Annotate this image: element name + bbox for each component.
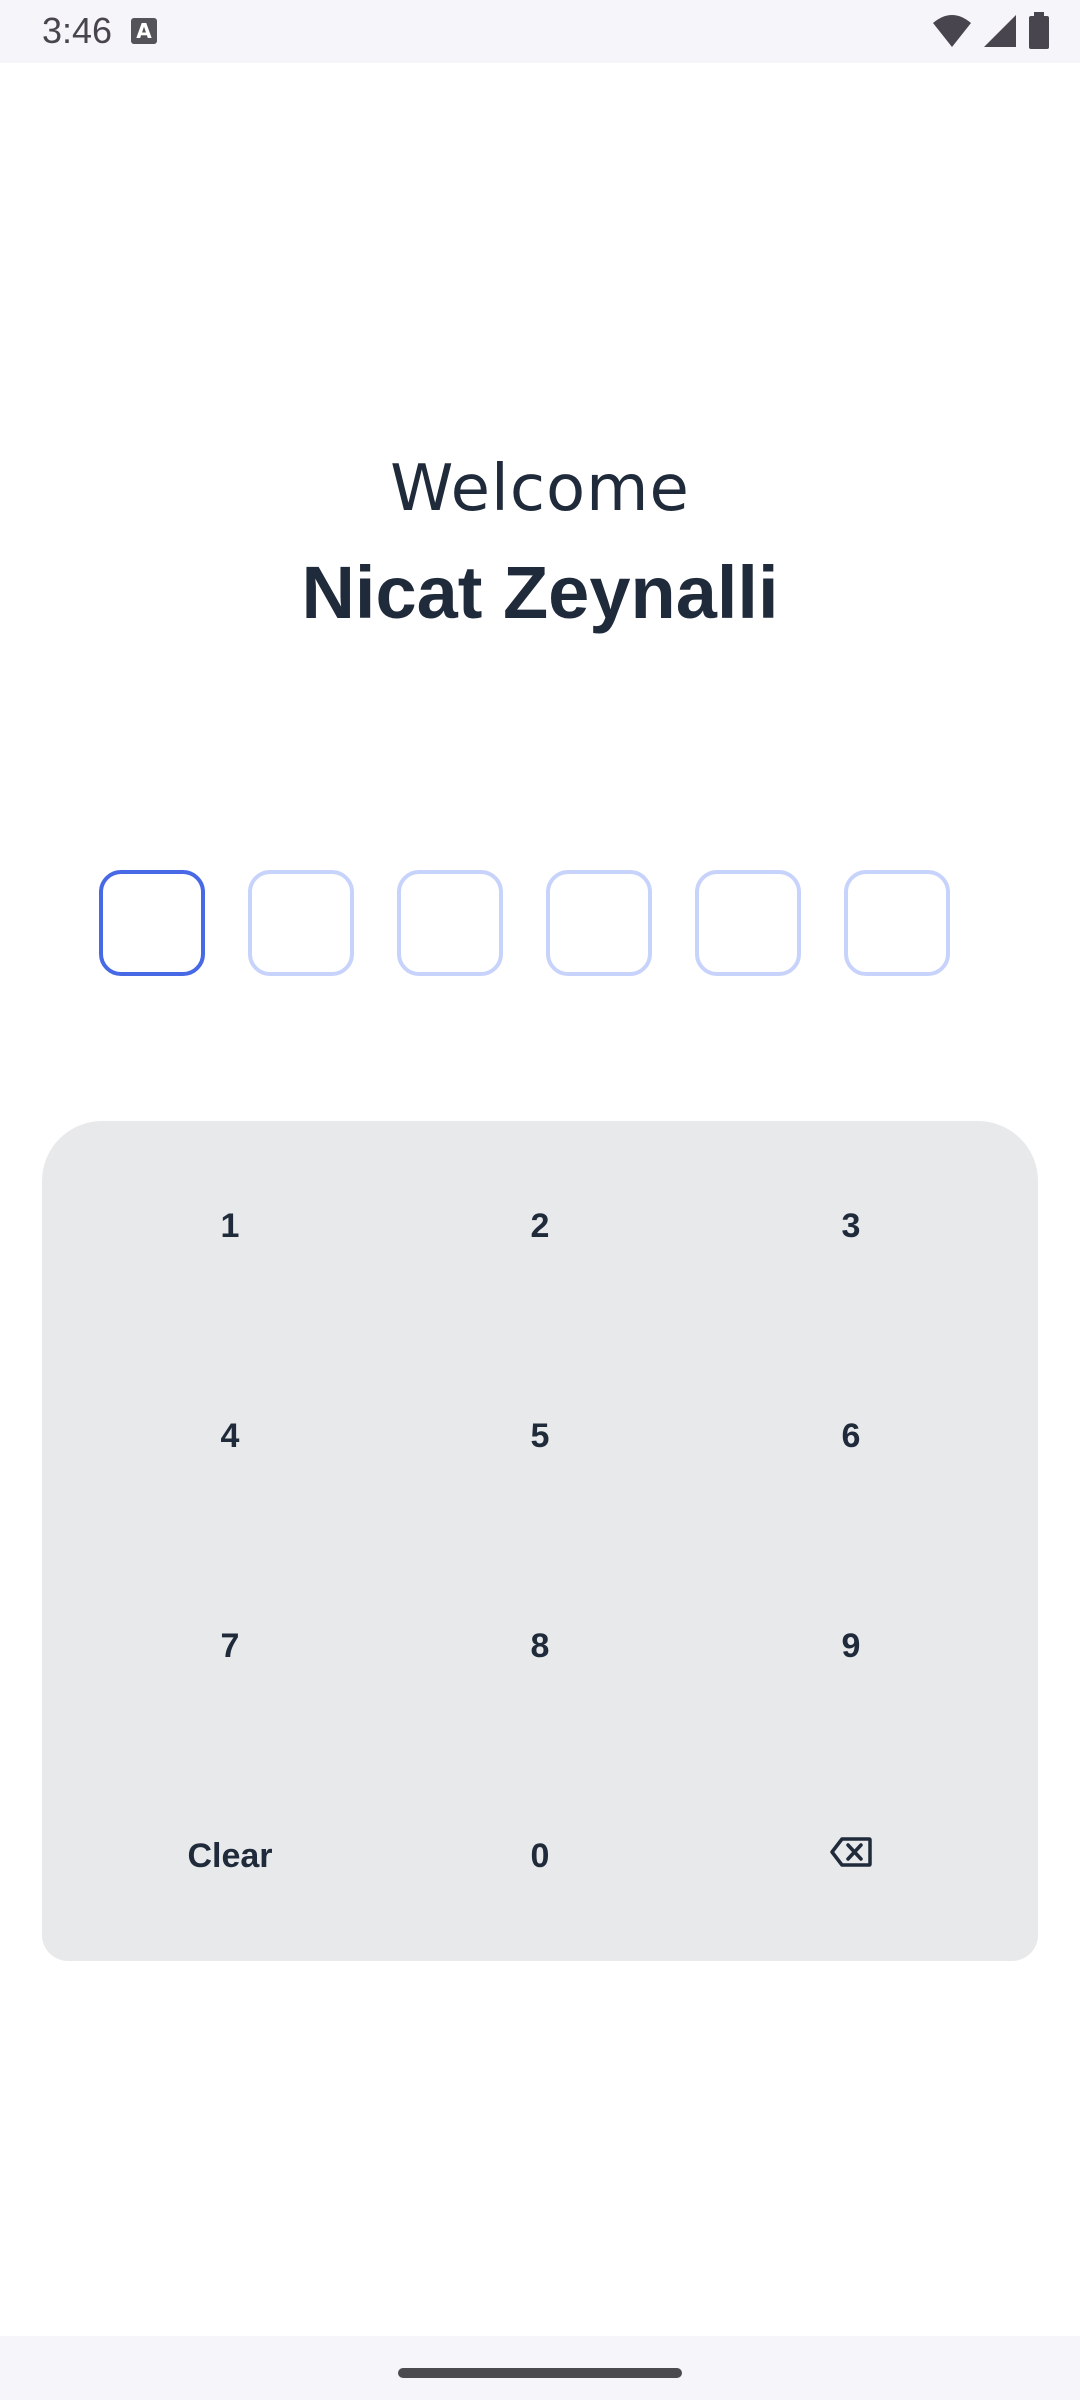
battery-icon	[1028, 12, 1050, 55]
key-0[interactable]: 0	[430, 1786, 650, 1926]
key-6[interactable]: 6	[741, 1366, 961, 1506]
key-4[interactable]: 4	[120, 1366, 340, 1506]
key-5[interactable]: 5	[430, 1366, 650, 1506]
pin-digit-box[interactable]	[397, 870, 503, 976]
navigation-bar	[0, 2336, 1080, 2400]
welcome-text: Welcome	[390, 452, 690, 526]
pin-digit-box[interactable]	[248, 870, 354, 976]
status-bar: 3:46 A	[0, 0, 1080, 63]
backspace-icon	[830, 1836, 872, 1876]
numeric-keypad: 1 2 3 4 5 6 7 8 9 Clear 0	[42, 1121, 1038, 1961]
status-icons	[932, 12, 1050, 55]
user-name: Nicat Zeynalli	[301, 551, 779, 634]
key-3[interactable]: 3	[741, 1156, 961, 1296]
pin-digit-box[interactable]	[695, 870, 801, 976]
pin-input-row	[99, 870, 950, 976]
backspace-button[interactable]	[741, 1786, 961, 1926]
key-8[interactable]: 8	[430, 1576, 650, 1716]
signal-icon	[982, 13, 1018, 54]
wifi-icon	[932, 13, 972, 54]
pin-digit-box[interactable]	[99, 870, 205, 976]
pin-digit-box[interactable]	[546, 870, 652, 976]
pin-login-screen: 3:46 A Welcome Nicat Zeynalli 1 2 3 4 5 …	[0, 0, 1080, 2400]
home-gesture-handle[interactable]	[398, 2368, 682, 2378]
status-time: 3:46	[42, 10, 113, 51]
key-1[interactable]: 1	[120, 1156, 340, 1296]
key-9[interactable]: 9	[741, 1576, 961, 1716]
key-2[interactable]: 2	[430, 1156, 650, 1296]
pin-digit-box[interactable]	[844, 870, 950, 976]
notification-a-icon: A	[131, 18, 157, 44]
clear-button[interactable]: Clear	[120, 1786, 340, 1926]
key-7[interactable]: 7	[120, 1576, 340, 1716]
